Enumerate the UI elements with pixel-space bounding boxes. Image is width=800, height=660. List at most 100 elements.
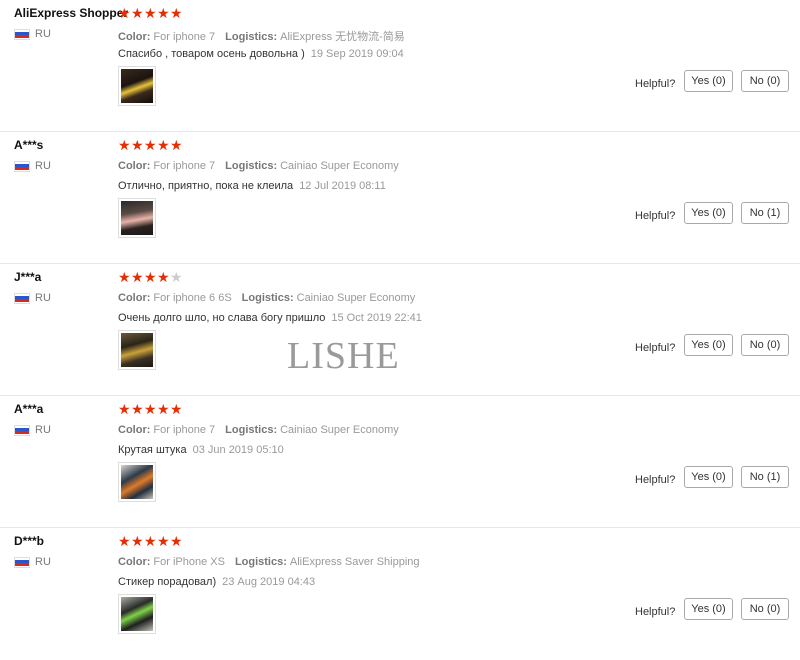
country-code: RU: [35, 28, 51, 40]
rating-stars: ★ ★ ★ ★ ★: [118, 534, 183, 548]
russia-flag-icon: [14, 556, 30, 568]
reviewer-name: J***a: [14, 270, 42, 284]
review-item: D***b RU ★ ★ ★ ★ ★ Color: For iPhone XS Logist…: [0, 528, 800, 660]
reviewer-country: RU: [14, 556, 51, 568]
review-photo-thumbnail[interactable]: [118, 198, 156, 238]
helpful-label: Helpful?: [635, 78, 676, 90]
color-label: Color:: [118, 556, 151, 568]
helpful-label: Helpful?: [635, 606, 676, 618]
review-date: 23 Aug 2019 04:43: [222, 576, 316, 588]
rating-stars: ★ ★ ★ ★ ★: [118, 6, 183, 20]
star-filled-icon: ★: [118, 401, 131, 417]
color-value: For iPhone XS: [153, 556, 225, 568]
helpful-yes-button[interactable]: Yes (0): [684, 202, 733, 224]
review-photo-thumbnail[interactable]: [118, 594, 156, 634]
star-filled-icon: ★: [170, 401, 183, 417]
color-value: For iphone 6 6S: [153, 292, 232, 304]
star-filled-icon: ★: [144, 269, 157, 285]
reviewer-country: RU: [14, 28, 51, 40]
star-filled-icon: ★: [118, 533, 131, 549]
russia-flag-icon: [14, 424, 30, 436]
helpful-yes-button[interactable]: Yes (0): [684, 466, 733, 488]
rating-stars: ★ ★ ★ ★ ★: [118, 402, 183, 416]
logistics-label: Logistics:: [225, 31, 278, 43]
review-date: 19 Sep 2019 09:04: [310, 48, 404, 60]
review-attributes: Color: For iphone 6 6S Logistics: Cainiao S…: [118, 292, 415, 304]
logistics-value: AliExpress 无忧物流-简易: [280, 31, 405, 43]
star-filled-icon: ★: [131, 401, 144, 417]
star-filled-icon: ★: [118, 137, 131, 153]
review-photo-thumbnail[interactable]: [118, 462, 156, 502]
russia-flag-icon: [14, 28, 30, 40]
color-value: For iphone 7: [153, 160, 216, 172]
review-attributes: Color: For iphone 7 Logistics: Cainiao Supe…: [118, 424, 399, 436]
watermark-text: LISHE: [287, 335, 400, 377]
logistics-label: Logistics:: [241, 292, 294, 304]
reviewer-country: RU: [14, 292, 51, 304]
helpful-no-button[interactable]: No (0): [741, 70, 789, 92]
review-text-line: Отлично, приятно, пока не клеила 12 Jul 2…: [118, 180, 386, 192]
star-filled-icon: ★: [144, 5, 157, 21]
review-text-line: Крутая штука 03 Jun 2019 05:10: [118, 444, 284, 456]
logistics-label: Logistics:: [225, 424, 278, 436]
star-filled-icon: ★: [131, 269, 144, 285]
star-empty-icon: ★: [170, 269, 183, 285]
review-text: Стикер порадовал): [118, 576, 217, 588]
helpful-no-button[interactable]: No (1): [741, 466, 789, 488]
review-date: 03 Jun 2019 05:10: [192, 444, 284, 456]
star-filled-icon: ★: [144, 137, 157, 153]
star-filled-icon: ★: [157, 533, 170, 549]
helpful-yes-button[interactable]: Yes (0): [684, 70, 733, 92]
star-filled-icon: ★: [157, 5, 170, 21]
helpful-label: Helpful?: [635, 342, 676, 354]
review-text: Очень долго шло, но слава богу пришло: [118, 312, 326, 324]
review-date: 15 Oct 2019 22:41: [331, 312, 422, 324]
review-text-line: Стикер порадовал) 23 Aug 2019 04:43: [118, 576, 315, 588]
star-filled-icon: ★: [170, 137, 183, 153]
star-filled-icon: ★: [144, 533, 157, 549]
color-label: Color:: [118, 31, 151, 43]
helpful-yes-button[interactable]: Yes (0): [684, 334, 733, 356]
reviewer-name: A***a: [14, 402, 44, 416]
star-filled-icon: ★: [131, 5, 144, 21]
rating-stars: ★ ★ ★ ★ ★: [118, 138, 183, 152]
review-item: A***s RU ★ ★ ★ ★ ★ Color: For iphone 7 Logisti…: [0, 132, 800, 264]
reviewer-country: RU: [14, 424, 51, 436]
review-photo-thumbnail[interactable]: [118, 66, 156, 106]
star-filled-icon: ★: [131, 533, 144, 549]
logistics-value: AliExpress Saver Shipping: [289, 556, 420, 568]
russia-flag-icon: [14, 292, 30, 304]
color-label: Color:: [118, 424, 151, 436]
review-photo-thumbnail[interactable]: [118, 330, 156, 370]
star-filled-icon: ★: [144, 401, 157, 417]
review-attributes: Color: For iphone 7 Logistics: Cainiao Supe…: [118, 160, 399, 172]
reviewer-name: D***b: [14, 534, 45, 548]
review-text: Спасибо , товаром осень довольна ): [118, 48, 305, 60]
helpful-no-button[interactable]: No (1): [741, 202, 789, 224]
star-filled-icon: ★: [157, 137, 170, 153]
russia-flag-icon: [14, 160, 30, 172]
helpful-label: Helpful?: [635, 210, 676, 222]
review-item: A***a RU ★ ★ ★ ★ ★ Color: For iphone 7 Logisti…: [0, 396, 800, 528]
helpful-no-button[interactable]: No (0): [741, 598, 789, 620]
review-text-line: Очень долго шло, но слава богу пришло 15 …: [118, 312, 422, 324]
logistics-value: Cainiao Super Economy: [296, 292, 416, 304]
review-text: Отлично, приятно, пока не клеила: [118, 180, 294, 192]
helpful-no-button[interactable]: No (0): [741, 334, 789, 356]
country-code: RU: [35, 160, 51, 172]
rating-stars: ★ ★ ★ ★ ★: [118, 270, 183, 284]
helpful-yes-button[interactable]: Yes (0): [684, 598, 733, 620]
star-filled-icon: ★: [157, 269, 170, 285]
color-label: Color:: [118, 292, 151, 304]
color-value: For iphone 7: [153, 31, 216, 43]
country-code: RU: [35, 424, 51, 436]
reviewer-name: A***s: [14, 138, 44, 152]
reviewer-name: AliExpress Shopper: [14, 6, 129, 20]
review-attributes: Color: For iphone 7 Logistics: AliExpress 无…: [118, 28, 405, 44]
star-filled-icon: ★: [118, 5, 131, 21]
logistics-value: Cainiao Super Economy: [280, 160, 399, 172]
star-filled-icon: ★: [131, 137, 144, 153]
star-filled-icon: ★: [157, 401, 170, 417]
color-value: For iphone 7: [153, 424, 216, 436]
review-text: Крутая штука: [118, 444, 187, 456]
